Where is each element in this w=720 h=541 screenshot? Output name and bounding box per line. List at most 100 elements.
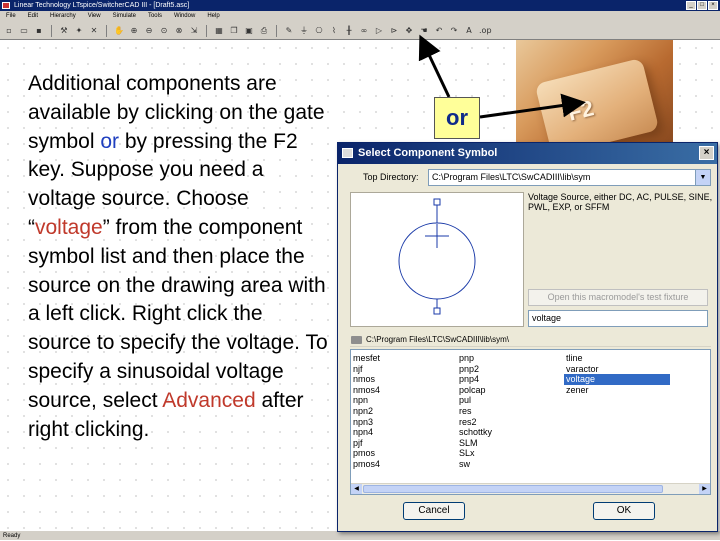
diode-icon[interactable]: ▷ — [374, 26, 384, 36]
horizontal-scrollbar[interactable]: ◀ ▶ — [351, 483, 710, 494]
ok-button[interactable]: OK — [593, 502, 655, 520]
window-controls: _ □ × — [686, 1, 718, 10]
resistor-icon[interactable]: ⌇ — [329, 26, 339, 36]
cascade-icon[interactable]: ❐ — [229, 26, 239, 36]
menu-view[interactable]: View — [88, 11, 101, 22]
chevron-down-icon[interactable]: ▼ — [695, 170, 710, 185]
drag-icon[interactable]: ☚ — [419, 26, 429, 36]
component-name-field[interactable]: voltage — [528, 310, 708, 327]
inductor-icon[interactable]: ∞ — [359, 26, 369, 36]
print-icon[interactable]: ⎙ — [259, 26, 269, 36]
menu-window[interactable]: Window — [174, 11, 195, 22]
list-item[interactable]: npn2 — [351, 406, 451, 417]
top-directory-select[interactable]: C:\Program Files\LTC\SwCADIII\lib\sym ▼ — [428, 169, 711, 186]
scroll-right-icon[interactable]: ▶ — [699, 484, 710, 494]
list-item[interactable]: voltage — [564, 374, 670, 385]
list-item[interactable]: polcap — [457, 385, 557, 396]
spice-directive-icon[interactable]: .op — [479, 26, 492, 36]
scroll-thumb[interactable] — [363, 485, 663, 493]
list-column-3: tline varactor voltage zener — [564, 353, 670, 395]
symbol-preview — [350, 192, 524, 327]
component-list[interactable]: mesfet njf nmos nmos4 npn npn2 npn3 npn4 pjf pmos… — [350, 349, 711, 495]
open-icon[interactable]: ▭ — [19, 26, 29, 36]
toolbar-separator — [51, 24, 52, 37]
list-item[interactable]: pnp — [457, 353, 557, 364]
current-path-bar: C:\Program Files\LTC\SwCADIII\lib\sym\ — [350, 333, 711, 347]
instruction-part: ” from the component symbol list and the… — [28, 215, 328, 412]
control-panel-icon[interactable]: ⚒ — [59, 26, 69, 36]
minimize-button[interactable]: _ — [686, 1, 696, 10]
top-directory-label: Top Directory: — [363, 172, 419, 182]
folder-icon[interactable] — [351, 336, 362, 344]
list-item[interactable]: sw — [457, 459, 557, 470]
list-item[interactable]: res — [457, 406, 557, 417]
list-item[interactable]: pul — [457, 395, 557, 406]
maximize-button[interactable]: □ — [697, 1, 707, 10]
f2-key-photo: F2 — [516, 40, 673, 144]
text-icon[interactable]: A — [464, 26, 474, 36]
menu-hierarchy[interactable]: Hierarchy — [50, 11, 76, 22]
select-component-dialog: Select Component Symbol × Top Directory:… — [337, 142, 718, 532]
dialog-titlebar: Select Component Symbol × — [338, 143, 717, 164]
list-item[interactable]: tline — [564, 353, 670, 364]
list-item[interactable]: npn4 — [351, 427, 451, 438]
list-item[interactable]: schottky — [457, 427, 557, 438]
list-item[interactable]: npn3 — [351, 417, 451, 428]
label-net-icon[interactable]: ⎔ — [314, 26, 324, 36]
menu-edit[interactable]: Edit — [28, 11, 38, 22]
list-item[interactable]: pnp2 — [457, 364, 557, 375]
menu-help[interactable]: Help — [207, 11, 219, 22]
pan-icon[interactable]: ✋ — [114, 26, 124, 36]
list-item[interactable]: pmos — [351, 448, 451, 459]
menu-simulate[interactable]: Simulate — [113, 11, 136, 22]
list-item[interactable]: pjf — [351, 438, 451, 449]
dialog-app-icon — [342, 148, 353, 158]
capacitor-icon[interactable]: ╫ — [344, 26, 354, 36]
close-icon[interactable]: × — [699, 146, 714, 160]
list-item[interactable]: nmos4 — [351, 385, 451, 396]
list-item[interactable]: SLx — [457, 448, 557, 459]
ground-icon[interactable]: ⏚ — [299, 26, 309, 36]
list-column-2: pnp pnp2 pnp4 polcap pul res res2 schottky SLM SL… — [457, 353, 557, 470]
app-title: Linear Technology LTspice/SwitcherCAD II… — [14, 2, 190, 9]
menu-file[interactable]: File — [6, 11, 16, 22]
component-description: Voltage Source, either DC, AC, PULSE, SI… — [528, 192, 713, 212]
app-titlebar: Linear Technology LTspice/SwitcherCAD II… — [0, 0, 720, 11]
open-test-fixture-button[interactable]: Open this macromodel's test fixture — [528, 289, 708, 306]
halt-icon[interactable]: ✕ — [89, 26, 99, 36]
list-item[interactable]: nmos — [351, 374, 451, 385]
list-item[interactable]: mesfet — [351, 353, 451, 364]
list-item[interactable]: zener — [564, 385, 670, 396]
voltage-source-symbol — [398, 198, 476, 315]
zoom-fit-icon[interactable]: ⊙ — [159, 26, 169, 36]
scroll-left-icon[interactable]: ◀ — [351, 484, 362, 494]
list-item[interactable]: SLM — [457, 438, 557, 449]
dialog-title: Select Component Symbol — [358, 147, 498, 159]
cancel-button[interactable]: Cancel — [403, 502, 465, 520]
zoom-in-icon[interactable]: ⊕ — [129, 26, 139, 36]
list-item[interactable]: njf — [351, 364, 451, 375]
redo-icon[interactable]: ↷ — [449, 26, 459, 36]
autorange-icon[interactable]: ⇲ — [189, 26, 199, 36]
zoom-cancel-icon[interactable]: ⊗ — [174, 26, 184, 36]
menu-tools[interactable]: Tools — [148, 11, 162, 22]
component-icon[interactable]: ⊳ — [389, 26, 399, 36]
close-window-icon[interactable]: ▣ — [244, 26, 254, 36]
or-callout: or — [434, 97, 480, 139]
new-schematic-icon[interactable]: ▫ — [4, 26, 14, 36]
run-icon[interactable]: ✦ — [74, 26, 84, 36]
list-item[interactable]: res2 — [457, 417, 557, 428]
undo-icon[interactable]: ↶ — [434, 26, 444, 36]
close-button[interactable]: × — [708, 1, 718, 10]
list-item[interactable]: varactor — [564, 364, 670, 375]
list-item[interactable]: pnp4 — [457, 374, 557, 385]
zoom-out-icon[interactable]: ⊖ — [144, 26, 154, 36]
save-icon[interactable]: ▪ — [34, 26, 44, 36]
instruction-text: Additional components are available by c… — [28, 70, 328, 444]
tile-icon[interactable]: ▦ — [214, 26, 224, 36]
move-icon[interactable]: ✥ — [404, 26, 414, 36]
list-column-1: mesfet njf nmos nmos4 npn npn2 npn3 npn4 pjf pmos… — [351, 353, 451, 470]
list-item[interactable]: pmos4 — [351, 459, 451, 470]
list-item[interactable]: npn — [351, 395, 451, 406]
wire-icon[interactable]: ✎ — [284, 26, 294, 36]
